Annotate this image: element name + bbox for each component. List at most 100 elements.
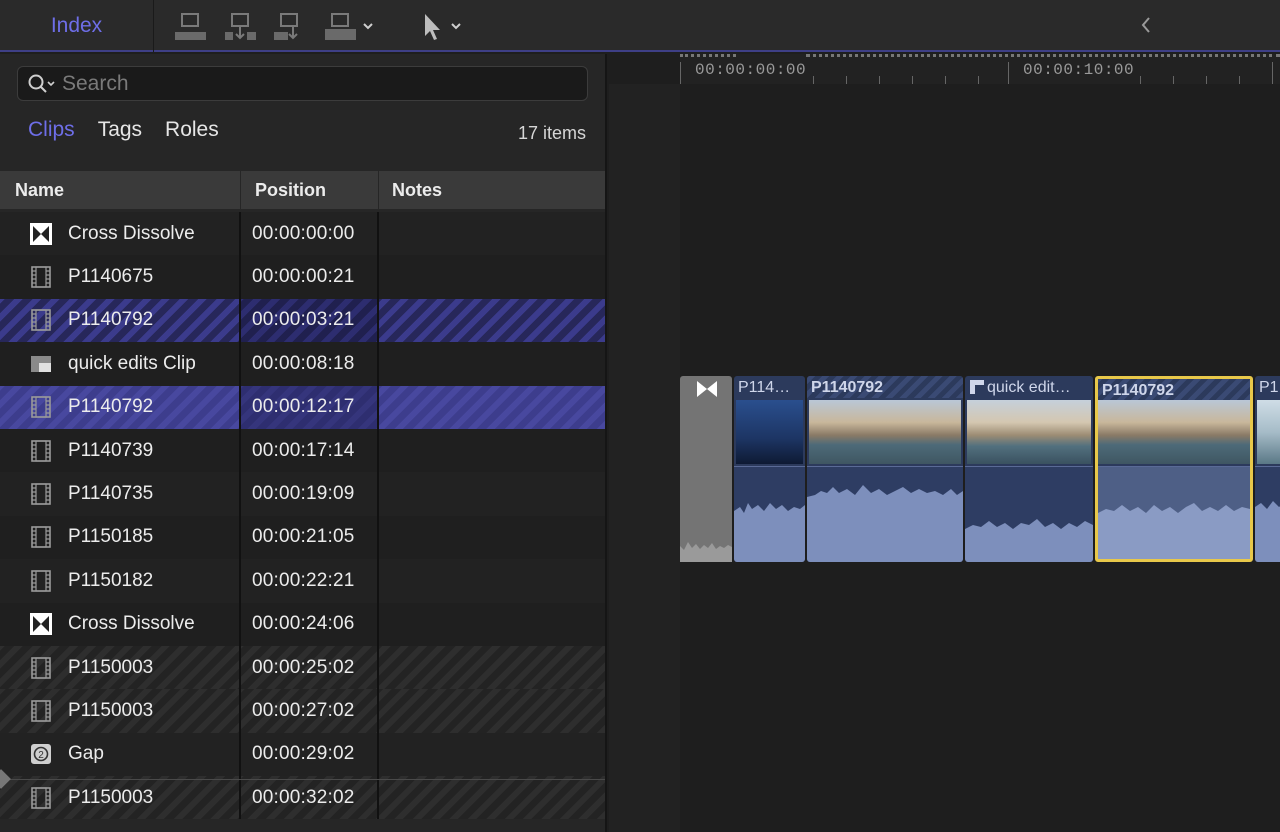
table-row[interactable]: P1140739 00:00:17:14 — [0, 428, 605, 473]
table-row[interactable]: P1150182 00:00:22:21 — [0, 559, 605, 603]
timeline-clip-selected[interactable]: P1140792 — [1095, 376, 1253, 562]
clip-name: P1140675 — [68, 266, 154, 288]
table-row[interactable]: P1150003 00:00:27:02 — [0, 689, 605, 733]
table-row[interactable]: P1140675 00:00:00:21 — [0, 255, 605, 299]
cell-notes[interactable] — [379, 255, 605, 298]
cell-notes[interactable] — [379, 646, 605, 689]
timeline-clip[interactable]: P1140792 — [807, 376, 963, 562]
tab-clips[interactable]: Clips — [28, 118, 75, 142]
ruler-label-10s: 00:00:10:00 — [1023, 61, 1135, 79]
chevron-left-icon[interactable] — [1134, 12, 1158, 38]
column-header-notes[interactable]: Notes — [379, 171, 605, 209]
audio-waveform — [965, 466, 1093, 562]
cell-name: 2 Gap — [0, 732, 241, 777]
table-row[interactable]: P1140792 00:00:03:21 — [0, 298, 605, 343]
film-icon — [30, 439, 52, 462]
search-icon[interactable] — [28, 73, 58, 95]
cell-notes[interactable] — [379, 429, 605, 472]
timeline-gutter — [609, 84, 680, 832]
clip-name: P1150003 — [68, 656, 154, 678]
clip-thumbnail — [1098, 400, 1250, 464]
cell-notes[interactable] — [379, 299, 605, 342]
film-icon — [30, 483, 52, 505]
table-row[interactable]: P1150185 00:00:21:05 — [0, 515, 605, 560]
cell-position: 00:00:24:06 — [241, 602, 379, 646]
clip-name: P1150185 — [68, 526, 154, 548]
column-header-name[interactable]: Name — [0, 171, 241, 209]
cell-notes[interactable] — [379, 689, 605, 732]
cell-notes[interactable] — [379, 733, 605, 776]
cell-name: P1150003 — [0, 776, 241, 820]
cell-position: 00:00:12:17 — [241, 385, 379, 429]
table-row[interactable]: Cross Dissolve 00:00:00:00 — [0, 212, 605, 256]
timeline-clip[interactable]: quick edit… — [965, 376, 1093, 562]
cell-name: P1140792 — [0, 385, 241, 429]
cell-notes[interactable] — [379, 603, 605, 646]
tab-roles[interactable]: Roles — [165, 118, 219, 142]
cell-name: Cross Dissolve — [0, 212, 241, 256]
cell-position: 00:00:21:05 — [241, 515, 379, 560]
clip-title: P1140792 — [1102, 382, 1175, 399]
column-header-position[interactable]: Position — [241, 171, 379, 209]
cell-position: 00:00:17:14 — [241, 428, 379, 473]
tab-tags[interactable]: Tags — [98, 118, 142, 142]
audio-waveform — [734, 466, 805, 562]
timeline: 00:00:00:00 00:00:10:00 P114… P1140792 q… — [609, 54, 1280, 832]
toolbar: Index — [0, 0, 1280, 52]
cell-position: 00:00:03:21 — [241, 298, 379, 343]
cell-notes[interactable] — [379, 516, 605, 559]
timeline-clip[interactable]: P1 — [1255, 376, 1280, 562]
cell-name: P1150182 — [0, 559, 241, 603]
cell-notes[interactable] — [379, 386, 605, 429]
cell-position: 00:00:32:02 — [241, 776, 379, 820]
cell-notes[interactable] — [379, 212, 605, 255]
playhead-line — [0, 779, 605, 780]
insert-clip-icon[interactable] — [224, 12, 258, 42]
clip-name: P1140739 — [68, 439, 154, 461]
timeline-clip[interactable]: P114… — [734, 376, 805, 562]
gap-icon: 2 — [30, 743, 52, 765]
clip-name: quick edits Clip — [68, 352, 196, 374]
append-clip-icon[interactable] — [273, 12, 307, 42]
clip-name: P1150182 — [68, 569, 154, 591]
timeline-ruler[interactable]: 00:00:00:00 00:00:10:00 — [680, 54, 1280, 84]
connect-clip-icon[interactable] — [174, 12, 208, 42]
table-row[interactable]: Cross Dissolve 00:00:24:06 — [0, 602, 605, 646]
cell-name: P1150003 — [0, 689, 241, 733]
clip-name: P1150003 — [68, 786, 154, 808]
column-headers: Name Position Notes — [0, 171, 605, 209]
compound-clip-icon — [970, 380, 984, 394]
cell-name: P1140675 — [0, 255, 241, 299]
table-row[interactable]: P1140792 00:00:12:17 — [0, 385, 605, 429]
film-icon — [30, 396, 52, 419]
clip-name: P1150003 — [68, 699, 154, 721]
film-icon — [30, 786, 52, 809]
table-row[interactable]: quick edits Clip 00:00:08:18 — [0, 342, 605, 386]
cell-position: 00:00:29:02 — [241, 732, 379, 777]
cell-position: 00:00:19:09 — [241, 472, 379, 516]
film-icon — [30, 526, 52, 549]
cell-position: 00:00:27:02 — [241, 689, 379, 733]
cell-name: P1140792 — [0, 298, 241, 343]
cross-dissolve-transition[interactable] — [680, 376, 732, 562]
table-row[interactable]: 2 Gap 00:00:29:02 — [0, 732, 605, 777]
clip-thumbnail — [967, 400, 1091, 464]
cell-name: P1140739 — [0, 428, 241, 473]
cell-position: 00:00:08:18 — [241, 342, 379, 386]
cell-notes[interactable] — [379, 776, 605, 819]
cell-notes[interactable] — [379, 559, 605, 602]
index-toggle-button[interactable]: Index — [0, 0, 154, 52]
cell-position: 00:00:00:21 — [241, 255, 379, 299]
timeline-index-pane: Clips Tags Roles 17 items Name Position … — [0, 54, 607, 832]
ruler-label-start: 00:00:00:00 — [695, 61, 807, 79]
cell-notes[interactable] — [379, 472, 605, 515]
search-field[interactable] — [17, 66, 588, 101]
cell-notes[interactable] — [379, 342, 605, 385]
table-row[interactable]: P1150003 00:00:32:02 — [0, 776, 605, 820]
select-tool-icon[interactable] — [421, 12, 467, 42]
clip-name: P1140792 — [68, 309, 154, 331]
search-input[interactable] — [62, 71, 542, 96]
overwrite-clip-icon[interactable] — [324, 12, 378, 42]
table-row[interactable]: P1140735 00:00:19:09 — [0, 472, 605, 516]
table-row[interactable]: P1150003 00:00:25:02 — [0, 645, 605, 690]
